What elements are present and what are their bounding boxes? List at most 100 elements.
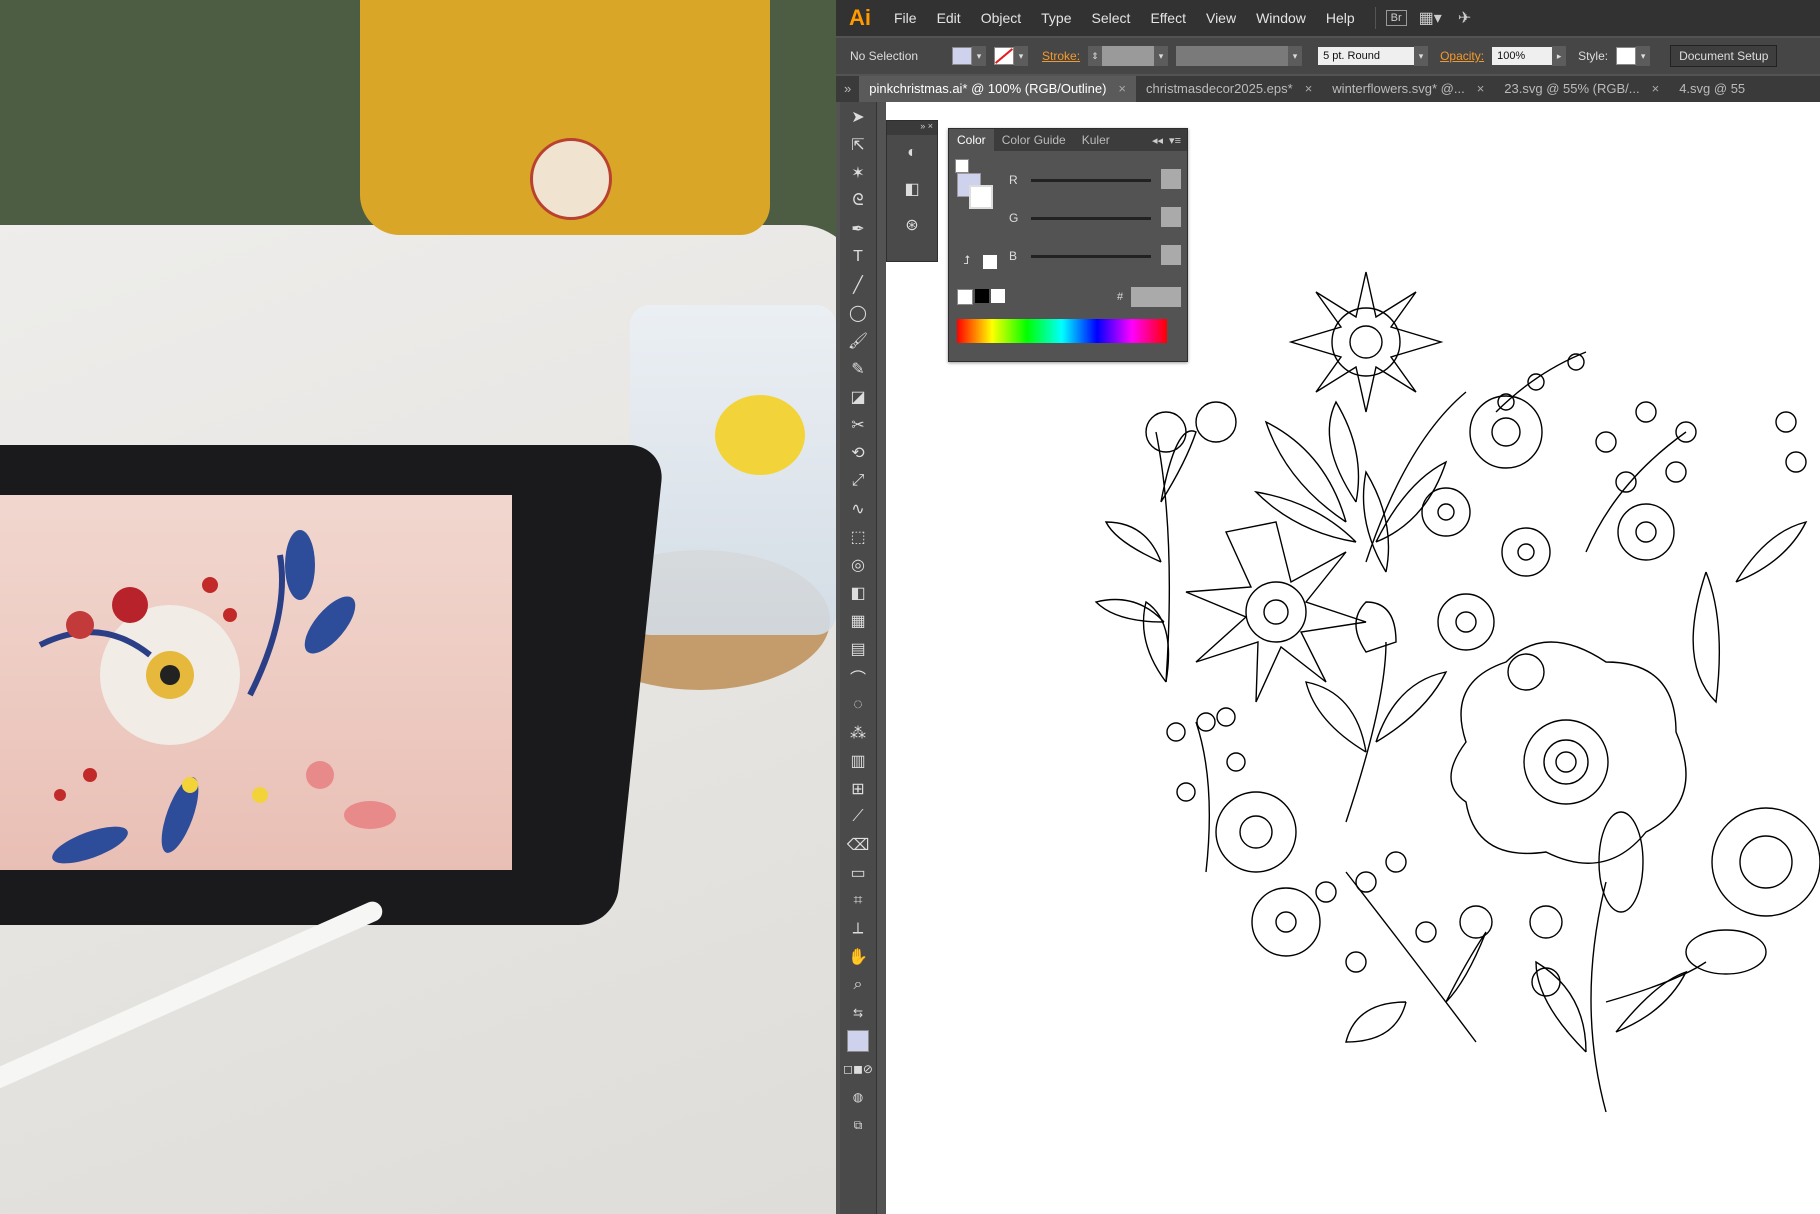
tab-kuler[interactable]: Kuler — [1074, 129, 1118, 151]
free-transform-tool-icon[interactable]: ⬚ — [843, 524, 873, 550]
paintbrush-tool-icon[interactable]: 🖌 — [843, 328, 873, 354]
menu-help[interactable]: Help — [1316, 10, 1365, 26]
crop-tool-icon[interactable]: ⌗ — [843, 888, 873, 914]
chevron-down-icon[interactable]: ▾ — [1636, 46, 1651, 66]
selection-tool-icon[interactable]: ➤ — [843, 104, 873, 130]
menu-type[interactable]: Type — [1031, 10, 1081, 26]
chevron-down-icon[interactable]: ▾ — [1014, 46, 1029, 66]
blob-brush-tool-icon[interactable]: ◪ — [843, 384, 873, 410]
stepper-icon[interactable]: ⇕ — [1088, 46, 1103, 66]
hand-tool-icon[interactable]: ✋ — [843, 944, 873, 970]
lasso-tool-icon[interactable]: ᘓ — [843, 188, 873, 214]
tab-color-guide[interactable]: Color Guide — [994, 129, 1074, 151]
slice-tool-icon[interactable]: ⟋ — [843, 804, 873, 830]
menu-edit[interactable]: Edit — [927, 10, 971, 26]
pen-tool-icon[interactable]: ✒ — [843, 216, 873, 242]
color-spectrum-bar[interactable] — [957, 319, 1167, 343]
stroke-weight-field[interactable]: ⇕ ▾ — [1088, 46, 1169, 66]
close-icon[interactable]: × — [1652, 81, 1660, 96]
eyedropper-tool-icon[interactable]: ⌒ — [843, 664, 873, 690]
line-tool-icon[interactable]: ╱ — [843, 272, 873, 298]
type-tool-icon[interactable]: T — [843, 244, 873, 270]
menu-window[interactable]: Window — [1246, 10, 1316, 26]
blend-tool-icon[interactable]: ◌ — [843, 692, 873, 718]
scissors-tool-icon[interactable]: ✂ — [843, 412, 873, 438]
fill-swatch[interactable]: ▾ — [952, 46, 987, 66]
pod-branch-bottom-right — [1535, 811, 1767, 1113]
mesh-tool-icon[interactable]: ▦ — [843, 608, 873, 634]
opacity-field[interactable]: 100% ▸ — [1492, 46, 1567, 66]
channel-value-r[interactable] — [1161, 169, 1181, 189]
stroke-label[interactable]: Stroke: — [1042, 49, 1080, 63]
document-setup-button[interactable]: Document Setup — [1670, 45, 1778, 67]
web-safe-swatch[interactable] — [983, 255, 997, 269]
tab-4svg[interactable]: 4.svg @ 55 — [1669, 76, 1755, 102]
panel-menu-icon[interactable]: ▾≡ — [1169, 134, 1187, 147]
chevron-down-icon[interactable]: ▾ — [972, 46, 987, 66]
gradient-tool-icon[interactable]: ▤ — [843, 636, 873, 662]
brush-field[interactable]: 5 pt. Round — [1318, 47, 1415, 65]
gpu-rocket-icon[interactable]: ✈ — [1458, 8, 1471, 28]
menu-file[interactable]: File — [884, 10, 927, 26]
brushes-panel-icon[interactable]: ◐ — [887, 135, 937, 171]
style-swatch[interactable]: ▾ — [1616, 46, 1651, 66]
chevron-right-icon[interactable]: ▸ — [1552, 46, 1567, 66]
black-swatch[interactable] — [975, 289, 989, 303]
rotate-tool-icon[interactable]: ⟲ — [843, 440, 873, 466]
tab-pinkchristmas[interactable]: pinkchristmas.ai* @ 100% (RGB/Outline) × — [859, 76, 1136, 102]
perspective-grid-tool-icon[interactable]: ◧ — [843, 580, 873, 606]
tabs-expand-icon[interactable]: » — [836, 76, 859, 102]
swap-fill-stroke-icon[interactable]: ⇆ — [843, 1000, 873, 1026]
menu-select[interactable]: Select — [1082, 10, 1141, 26]
hex-field[interactable] — [1131, 287, 1181, 307]
color-mode-icon[interactable]: ◻◼⊘ — [843, 1056, 873, 1082]
pencil-tool-icon[interactable]: ✎ — [843, 356, 873, 382]
artboard-tool-icon[interactable]: ⊞ — [843, 776, 873, 802]
direct-selection-tool-icon[interactable]: ⇱ — [843, 132, 873, 158]
ruler-tool-icon[interactable]: ▭ — [843, 860, 873, 886]
knife-tool-icon[interactable]: ⟂ — [843, 916, 873, 942]
white-swatch[interactable] — [991, 289, 1005, 303]
tab-color[interactable]: Color — [949, 129, 994, 151]
variable-width-profile[interactable]: ▾ — [1176, 46, 1303, 66]
bridge-button[interactable]: Br — [1385, 10, 1407, 26]
channel-value-g[interactable] — [1161, 207, 1181, 227]
menu-effect[interactable]: Effect — [1140, 10, 1196, 26]
menu-object[interactable]: Object — [971, 10, 1031, 26]
screen-mode-icon[interactable]: ⧉ — [843, 1112, 873, 1138]
brush-definition[interactable]: 5 pt. Round ▾ — [1318, 46, 1429, 66]
zoom-tool-icon[interactable]: ⌕ — [843, 972, 873, 998]
slider-g[interactable]: G — [949, 207, 1187, 229]
eraser-tool-icon[interactable]: ⌫ — [843, 832, 873, 858]
magic-wand-tool-icon[interactable]: ✶ — [843, 160, 873, 186]
fill-stroke-swatch-icon[interactable] — [843, 1028, 873, 1054]
draw-mode-icon[interactable]: ◍ — [843, 1084, 873, 1110]
stroke-swatch[interactable]: ▾ — [994, 46, 1029, 66]
close-icon[interactable]: × — [1118, 81, 1126, 96]
chevron-down-icon[interactable]: ▾ — [1414, 46, 1429, 66]
tab-23svg[interactable]: 23.svg @ 55% (RGB/... × — [1494, 76, 1669, 102]
channel-value-b[interactable] — [1161, 245, 1181, 265]
slider-r[interactable]: R — [949, 169, 1187, 191]
menu-view[interactable]: View — [1196, 10, 1246, 26]
chevron-down-icon[interactable]: ▾ — [1288, 46, 1303, 66]
navigator-panel-icon[interactable]: ⊛ — [887, 207, 937, 243]
chevron-down-icon[interactable]: ▾ — [1154, 46, 1169, 66]
swatches-panel-icon[interactable]: ◧ — [887, 171, 937, 207]
close-icon[interactable]: × — [1477, 81, 1485, 96]
close-icon[interactable]: × — [1305, 81, 1313, 96]
scale-tool-icon[interactable]: ⤢ — [843, 468, 873, 494]
ellipse-tool-icon[interactable]: ◯ — [843, 300, 873, 326]
symbol-sprayer-tool-icon[interactable]: ⁂ — [843, 720, 873, 746]
workspace-switcher-icon[interactable]: ▦▾ — [1419, 8, 1442, 28]
none-swatch-icon[interactable] — [957, 289, 973, 305]
warp-tool-icon[interactable]: ∿ — [843, 496, 873, 522]
shape-builder-tool-icon[interactable]: ◎ — [843, 552, 873, 578]
collapse-icon[interactable]: ◂◂ — [1152, 134, 1169, 147]
column-graph-tool-icon[interactable]: ▥ — [843, 748, 873, 774]
opacity-label[interactable]: Opacity: — [1440, 49, 1484, 63]
tab-christmasdecor[interactable]: christmasdecor2025.eps* × — [1136, 76, 1322, 102]
tab-winterflowers[interactable]: winterflowers.svg* @... × — [1322, 76, 1494, 102]
opacity-value[interactable]: 100% — [1492, 47, 1553, 65]
out-of-web-gamut-icon[interactable]: ⮥ — [963, 253, 970, 268]
